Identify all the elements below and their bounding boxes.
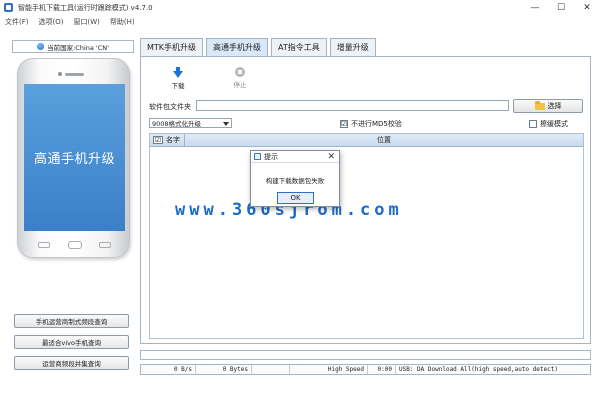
menu-options[interactable]: 选项(O): [39, 17, 64, 27]
window-controls: — ☐ ✕: [522, 0, 600, 15]
tab-incremental[interactable]: 增量升级: [329, 38, 376, 56]
country-label: 当前国家:China 'CN': [47, 43, 109, 52]
download-icon: [173, 71, 183, 78]
select-folder-button[interactable]: 选择: [513, 99, 583, 113]
dialog-title-bar: 提示: [251, 151, 339, 163]
progress-bar: [140, 350, 591, 360]
stop-label: 停止: [233, 81, 247, 89]
vivo-phone-query-button[interactable]: 最适合vivo手机查询: [14, 335, 129, 349]
status-usb-info: USB: DA Download All(high speed,auto det…: [399, 366, 558, 373]
title-bar: 智能手机下载工具(运行时跟踪模式) v4.7.0 — ☐ ✕: [0, 0, 600, 15]
column-header-name[interactable]: 名字: [163, 133, 185, 147]
dialog-window-icon: [254, 153, 261, 160]
dialog-title: 提示: [264, 152, 278, 161]
dialog-ok-button[interactable]: OK: [277, 192, 314, 204]
tab-mtk[interactable]: MTK手机升级: [140, 38, 204, 56]
globe-icon: [37, 43, 45, 50]
carrier-band-query-button[interactable]: 手机运营商制式频段查询: [14, 314, 129, 328]
skip-md5-checkbox[interactable]: ☑ 不进行MD5校验: [340, 119, 402, 129]
phone-screen: 高通手机升级: [24, 84, 125, 231]
minimize-button[interactable]: —: [522, 0, 548, 15]
tab-bar: MTK手机升级 高通手机升级 AT指令工具 增量升级: [140, 38, 376, 56]
phone-image: 高通手机升级: [17, 58, 130, 258]
phone-screen-text: 高通手机升级: [33, 152, 115, 167]
chevron-down-icon: [223, 122, 229, 126]
band-union-query-button[interactable]: 运营商频段并集查询: [14, 356, 129, 370]
menu-help[interactable]: 帮助(H): [110, 17, 135, 27]
left-panel: 当前国家:China 'CN': [12, 40, 134, 53]
skip-md5-label: 不进行MD5校验: [351, 120, 402, 128]
status-speed: 0 B/s: [141, 365, 196, 374]
select-label: 选择: [547, 102, 562, 110]
column-header-position[interactable]: 位置: [185, 135, 583, 145]
select-all-checkbox[interactable]: ☑: [153, 136, 163, 144]
dialog-close-icon[interactable]: ✕: [327, 152, 335, 162]
wipe-mode-checkbox[interactable]: 擦缓模式: [529, 119, 568, 129]
menu-bar: 文件(F) 选项(O) 窗口(W) 帮助(H): [0, 15, 600, 28]
status-empty: [252, 365, 290, 374]
dialog-message: 构建下载数据包失败: [265, 177, 325, 185]
tab-qualcomm[interactable]: 高通手机升级: [206, 38, 269, 56]
download-button[interactable]: 下载: [167, 67, 189, 90]
wipe-mode-label: 擦缓模式: [540, 120, 568, 128]
skip-md5-checkbox-box[interactable]: ☑: [340, 120, 348, 128]
status-bar: 0 B/s 0 Bytes High Speed 0:00 USB: DA Do…: [140, 364, 591, 375]
stop-button[interactable]: 停止: [229, 67, 251, 89]
alert-dialog: 提示 ✕ 构建下载数据包失败 OK: [250, 150, 340, 207]
phone-camera: [58, 72, 62, 76]
partition-table: ☑ 名字 位置: [149, 133, 584, 339]
phone-speaker: [65, 73, 84, 76]
upgrade-mode-select[interactable]: 9008格式化升级: [149, 118, 232, 128]
package-folder-label: 软件包文件夹: [149, 103, 191, 111]
country-indicator: 当前国家:China 'CN': [12, 40, 134, 53]
window-title: 智能手机下载工具(运行时跟踪模式) v4.7.0: [18, 3, 153, 12]
stop-icon: [235, 67, 245, 77]
phone-menu-key: [38, 242, 50, 248]
folder-icon: [534, 100, 545, 110]
status-time: 0:00: [368, 365, 396, 374]
phone-back-key: [99, 242, 111, 248]
phone-home-key: [68, 241, 82, 249]
menu-file[interactable]: 文件(F): [5, 17, 29, 27]
app-icon: [4, 3, 13, 12]
status-bytes: 0 Bytes: [196, 365, 252, 374]
maximize-button[interactable]: ☐: [548, 0, 574, 15]
status-usb-speed: High Speed: [290, 365, 368, 374]
tab-at-commands[interactable]: AT指令工具: [271, 38, 327, 56]
table-header: ☑ 名字 位置: [150, 133, 583, 147]
wipe-mode-checkbox-box[interactable]: [529, 120, 537, 128]
menu-window[interactable]: 窗口(W): [73, 17, 99, 27]
close-button[interactable]: ✕: [574, 0, 600, 15]
download-label: 下载: [171, 82, 185, 90]
package-folder-input[interactable]: [196, 100, 509, 111]
upgrade-mode-value: 9008格式化升级: [152, 120, 202, 128]
